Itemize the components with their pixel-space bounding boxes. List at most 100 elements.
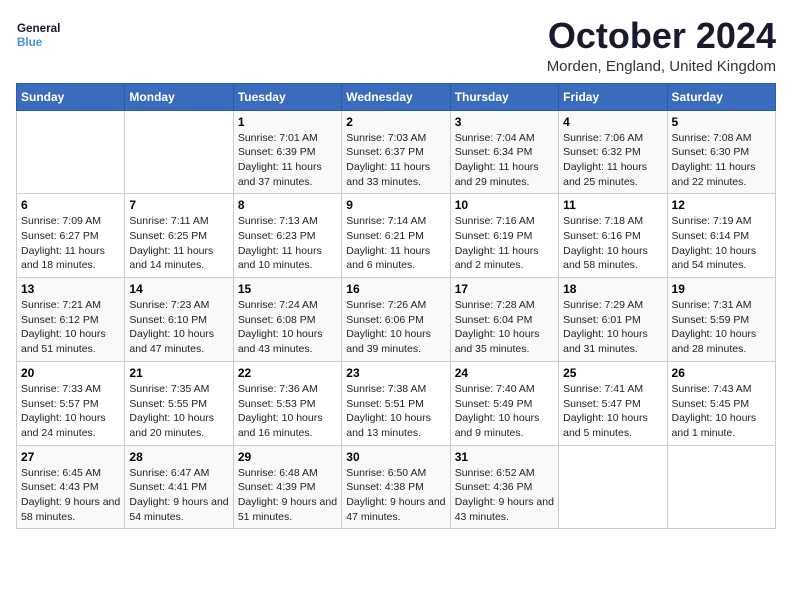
day-info: Sunrise: 7:38 AM Sunset: 5:51 PM Dayligh…	[346, 382, 445, 441]
calendar-cell: 26 Sunrise: 7:43 AM Sunset: 5:45 PM Dayli…	[667, 361, 775, 445]
day-info: Sunrise: 7:29 AM Sunset: 6:01 PM Dayligh…	[563, 298, 662, 357]
week-row-4: 20Sunrise: 7:33 AM Sunset: 5:57 PM Dayli…	[17, 361, 776, 445]
day-number: 28	[129, 450, 228, 464]
header-row: SundayMondayTuesdayWednesdayThursdayFrid…	[17, 83, 776, 110]
header-day-friday: Friday	[559, 83, 667, 110]
calendar-cell: 14Sunrise: 7:23 AM Sunset: 6:10 PM Dayli…	[125, 278, 233, 362]
header-day-sunday: Sunday	[17, 83, 125, 110]
calendar-cell: 30 Sunrise: 6:50 AM Sunset: 4:38 PM Dayli…	[342, 445, 450, 529]
calendar-cell: 6 Sunrise: 7:09 AM Sunset: 6:27 PM Daylig…	[17, 194, 125, 278]
week-row-5: 27 Sunrise: 6:45 AM Sunset: 4:43 PM Dayli…	[17, 445, 776, 529]
day-info: Sunrise: 6:47 AM Sunset: 4:41 PM Dayligh…	[129, 466, 228, 525]
day-info: Sunrise: 7:24 AM Sunset: 6:08 PM Dayligh…	[238, 298, 337, 357]
calendar-cell: 19Sunrise: 7:31 AM Sunset: 5:59 PM Dayli…	[667, 278, 775, 362]
week-row-2: 6 Sunrise: 7:09 AM Sunset: 6:27 PM Daylig…	[17, 194, 776, 278]
calendar-cell	[17, 110, 125, 194]
calendar-cell: 24Sunrise: 7:40 AM Sunset: 5:49 PM Dayli…	[450, 361, 558, 445]
day-info: Sunrise: 7:18 AM Sunset: 6:16 PM Dayligh…	[563, 214, 662, 273]
day-info: Sunrise: 7:14 AM Sunset: 6:21 PM Dayligh…	[346, 214, 445, 273]
day-number: 21	[129, 366, 228, 380]
calendar-cell: 8 Sunrise: 7:13 AM Sunset: 6:23 PM Daylig…	[233, 194, 341, 278]
day-info: Sunrise: 7:04 AM Sunset: 6:34 PM Dayligh…	[455, 131, 554, 190]
day-number: 19	[672, 282, 771, 296]
day-info: Sunrise: 7:35 AM Sunset: 5:55 PM Dayligh…	[129, 382, 228, 441]
calendar-cell: 18 Sunrise: 7:29 AM Sunset: 6:01 PM Dayli…	[559, 278, 667, 362]
day-number: 23	[346, 366, 445, 380]
day-number: 25	[563, 366, 662, 380]
day-number: 5	[672, 115, 771, 129]
day-number: 26	[672, 366, 771, 380]
calendar-cell	[667, 445, 775, 529]
day-info: Sunrise: 7:19 AM Sunset: 6:14 PM Dayligh…	[672, 214, 771, 273]
svg-text:Blue: Blue	[17, 36, 43, 49]
calendar-cell: 22 Sunrise: 7:36 AM Sunset: 5:53 PM Dayli…	[233, 361, 341, 445]
day-info: Sunrise: 6:52 AM Sunset: 4:36 PM Dayligh…	[455, 466, 554, 525]
week-row-1: 1Sunrise: 7:01 AM Sunset: 6:39 PM Daylig…	[17, 110, 776, 194]
day-number: 27	[21, 450, 120, 464]
header-day-monday: Monday	[125, 83, 233, 110]
calendar-body: 1Sunrise: 7:01 AM Sunset: 6:39 PM Daylig…	[17, 110, 776, 529]
calendar-cell: 11Sunrise: 7:18 AM Sunset: 6:16 PM Dayli…	[559, 194, 667, 278]
day-number: 18	[563, 282, 662, 296]
calendar-cell: 12Sunrise: 7:19 AM Sunset: 6:14 PM Dayli…	[667, 194, 775, 278]
calendar-cell: 31 Sunrise: 6:52 AM Sunset: 4:36 PM Dayli…	[450, 445, 558, 529]
calendar-cell: 25 Sunrise: 7:41 AM Sunset: 5:47 PM Dayli…	[559, 361, 667, 445]
day-info: Sunrise: 7:11 AM Sunset: 6:25 PM Dayligh…	[129, 214, 228, 273]
calendar-cell: 15Sunrise: 7:24 AM Sunset: 6:08 PM Dayli…	[233, 278, 341, 362]
day-info: Sunrise: 7:06 AM Sunset: 6:32 PM Dayligh…	[563, 131, 662, 190]
day-number: 3	[455, 115, 554, 129]
day-number: 29	[238, 450, 337, 464]
calendar-cell: 3 Sunrise: 7:04 AM Sunset: 6:34 PM Daylig…	[450, 110, 558, 194]
logo-icon: General Blue	[16, 16, 71, 50]
calendar-cell	[125, 110, 233, 194]
day-number: 17	[455, 282, 554, 296]
day-info: Sunrise: 7:16 AM Sunset: 6:19 PM Dayligh…	[455, 214, 554, 273]
day-info: Sunrise: 7:21 AM Sunset: 6:12 PM Dayligh…	[21, 298, 120, 357]
day-info: Sunrise: 7:28 AM Sunset: 6:04 PM Dayligh…	[455, 298, 554, 357]
calendar-cell: 1Sunrise: 7:01 AM Sunset: 6:39 PM Daylig…	[233, 110, 341, 194]
calendar-cell: 2Sunrise: 7:03 AM Sunset: 6:37 PM Daylig…	[342, 110, 450, 194]
calendar-cell: 7 Sunrise: 7:11 AM Sunset: 6:25 PM Daylig…	[125, 194, 233, 278]
day-number: 8	[238, 198, 337, 212]
location-text: Morden, England, United Kingdom	[547, 58, 776, 75]
day-number: 7	[129, 198, 228, 212]
day-number: 4	[563, 115, 662, 129]
day-number: 14	[129, 282, 228, 296]
day-info: Sunrise: 6:45 AM Sunset: 4:43 PM Dayligh…	[21, 466, 120, 525]
calendar-cell: 4 Sunrise: 7:06 AM Sunset: 6:32 PM Daylig…	[559, 110, 667, 194]
day-number: 20	[21, 366, 120, 380]
day-info: Sunrise: 7:41 AM Sunset: 5:47 PM Dayligh…	[563, 382, 662, 441]
calendar-cell: 20Sunrise: 7:33 AM Sunset: 5:57 PM Dayli…	[17, 361, 125, 445]
calendar-cell: 27 Sunrise: 6:45 AM Sunset: 4:43 PM Dayli…	[17, 445, 125, 529]
day-info: Sunrise: 6:50 AM Sunset: 4:38 PM Dayligh…	[346, 466, 445, 525]
day-info: Sunrise: 7:13 AM Sunset: 6:23 PM Dayligh…	[238, 214, 337, 273]
day-info: Sunrise: 7:09 AM Sunset: 6:27 PM Dayligh…	[21, 214, 120, 273]
calendar-cell: 9Sunrise: 7:14 AM Sunset: 6:21 PM Daylig…	[342, 194, 450, 278]
day-number: 6	[21, 198, 120, 212]
svg-text:General: General	[17, 22, 60, 35]
day-number: 2	[346, 115, 445, 129]
day-number: 31	[455, 450, 554, 464]
day-info: Sunrise: 7:40 AM Sunset: 5:49 PM Dayligh…	[455, 382, 554, 441]
header-day-tuesday: Tuesday	[233, 83, 341, 110]
day-number: 22	[238, 366, 337, 380]
day-number: 13	[21, 282, 120, 296]
day-info: Sunrise: 7:36 AM Sunset: 5:53 PM Dayligh…	[238, 382, 337, 441]
calendar-cell: 10Sunrise: 7:16 AM Sunset: 6:19 PM Dayli…	[450, 194, 558, 278]
week-row-3: 13 Sunrise: 7:21 AM Sunset: 6:12 PM Dayli…	[17, 278, 776, 362]
day-info: Sunrise: 7:43 AM Sunset: 5:45 PM Dayligh…	[672, 382, 771, 441]
day-info: Sunrise: 6:48 AM Sunset: 4:39 PM Dayligh…	[238, 466, 337, 525]
calendar-cell: 28 Sunrise: 6:47 AM Sunset: 4:41 PM Dayli…	[125, 445, 233, 529]
header-day-saturday: Saturday	[667, 83, 775, 110]
title-block: October 2024 Morden, England, United Kin…	[547, 16, 776, 75]
day-number: 16	[346, 282, 445, 296]
calendar-cell: 5Sunrise: 7:08 AM Sunset: 6:30 PM Daylig…	[667, 110, 775, 194]
calendar-cell: 13 Sunrise: 7:21 AM Sunset: 6:12 PM Dayli…	[17, 278, 125, 362]
calendar-cell: 16Sunrise: 7:26 AM Sunset: 6:06 PM Dayli…	[342, 278, 450, 362]
logo: General Blue GeneralBlue	[16, 16, 71, 50]
header-day-wednesday: Wednesday	[342, 83, 450, 110]
day-number: 30	[346, 450, 445, 464]
calendar-cell	[559, 445, 667, 529]
page-header: General Blue GeneralBlue October 2024 Mo…	[16, 16, 776, 75]
day-info: Sunrise: 7:01 AM Sunset: 6:39 PM Dayligh…	[238, 131, 337, 190]
